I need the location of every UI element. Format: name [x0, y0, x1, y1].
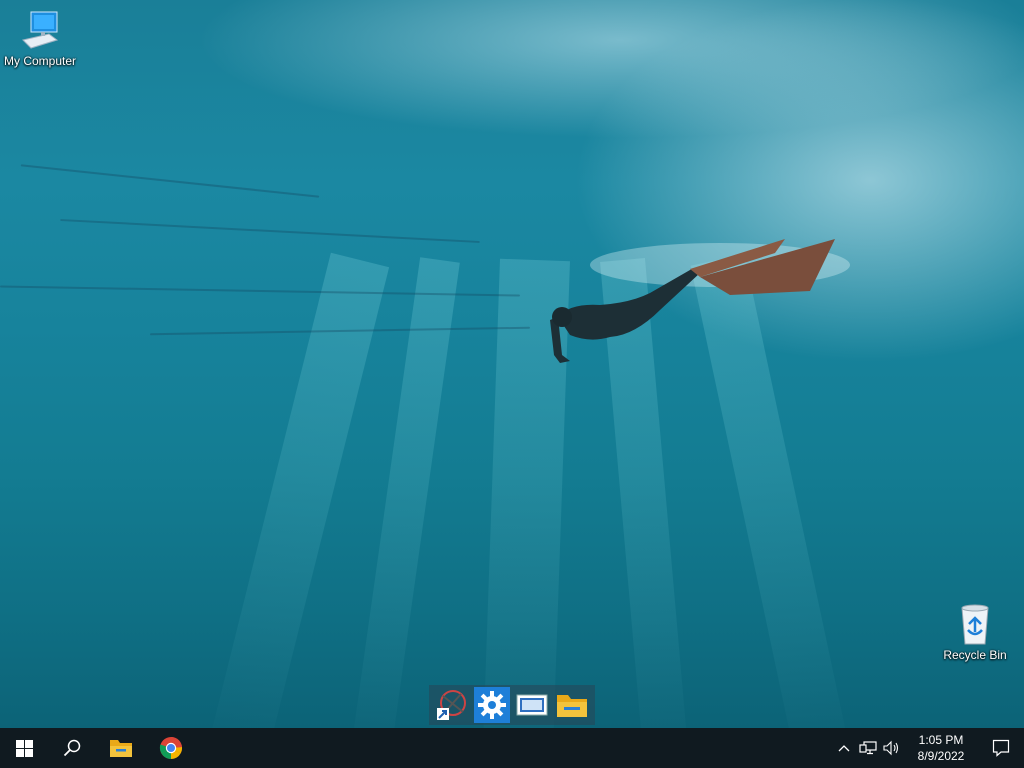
dock-item-settings[interactable]	[474, 687, 510, 723]
network-status-button[interactable]	[856, 728, 880, 768]
window-app-icon	[516, 694, 548, 716]
clock-time: 1:05 PM	[918, 733, 964, 747]
start-button[interactable]	[0, 728, 48, 768]
app-shortcut-icon	[437, 690, 466, 720]
desktop-icon-label: My Computer	[3, 54, 77, 68]
search-icon	[63, 739, 81, 757]
show-hidden-icons-button[interactable]	[832, 728, 856, 768]
taskbar: 1:05 PM 8/9/2022	[0, 728, 1024, 768]
dock-item-app-shortcut[interactable]	[434, 687, 470, 723]
desktop-icon-label: Recycle Bin	[943, 648, 1007, 662]
clock-date: 8/9/2022	[917, 749, 965, 763]
search-button[interactable]	[48, 728, 96, 768]
computer-icon	[22, 11, 59, 49]
water-ripple	[60, 219, 480, 243]
recycle-bin-icon	[961, 604, 989, 645]
desktop-wallpaper: My Computer Recycle Bin	[0, 0, 1024, 728]
taskbar-chrome[interactable]	[146, 728, 196, 768]
network-icon	[859, 741, 877, 755]
windows-logo-icon	[15, 739, 33, 757]
system-tray: 1:05 PM 8/9/2022	[832, 728, 1024, 768]
light-ray	[205, 252, 390, 728]
dock-item-window-app[interactable]	[514, 687, 550, 723]
clock[interactable]: 1:05 PM 8/9/2022	[904, 732, 978, 764]
taskbar-file-explorer[interactable]	[96, 728, 146, 768]
notification-icon	[992, 739, 1010, 757]
diver-illustration	[550, 239, 850, 363]
dock-item-file-explorer[interactable]	[554, 687, 590, 723]
desktop-icon-my-computer[interactable]: My Computer	[0, 10, 80, 68]
quick-launch-dock	[429, 685, 595, 725]
file-explorer-folder-icon	[557, 695, 587, 717]
action-center-button[interactable]	[978, 728, 1024, 768]
water-ripple	[20, 164, 320, 198]
volume-button[interactable]	[880, 728, 904, 768]
settings-gear-icon	[478, 691, 506, 719]
chevron-up-icon	[838, 745, 850, 752]
file-explorer-icon	[110, 740, 132, 757]
volume-icon	[883, 740, 899, 756]
desktop-icon-recycle-bin[interactable]: Recycle Bin	[935, 602, 1015, 662]
chrome-icon	[159, 736, 183, 759]
